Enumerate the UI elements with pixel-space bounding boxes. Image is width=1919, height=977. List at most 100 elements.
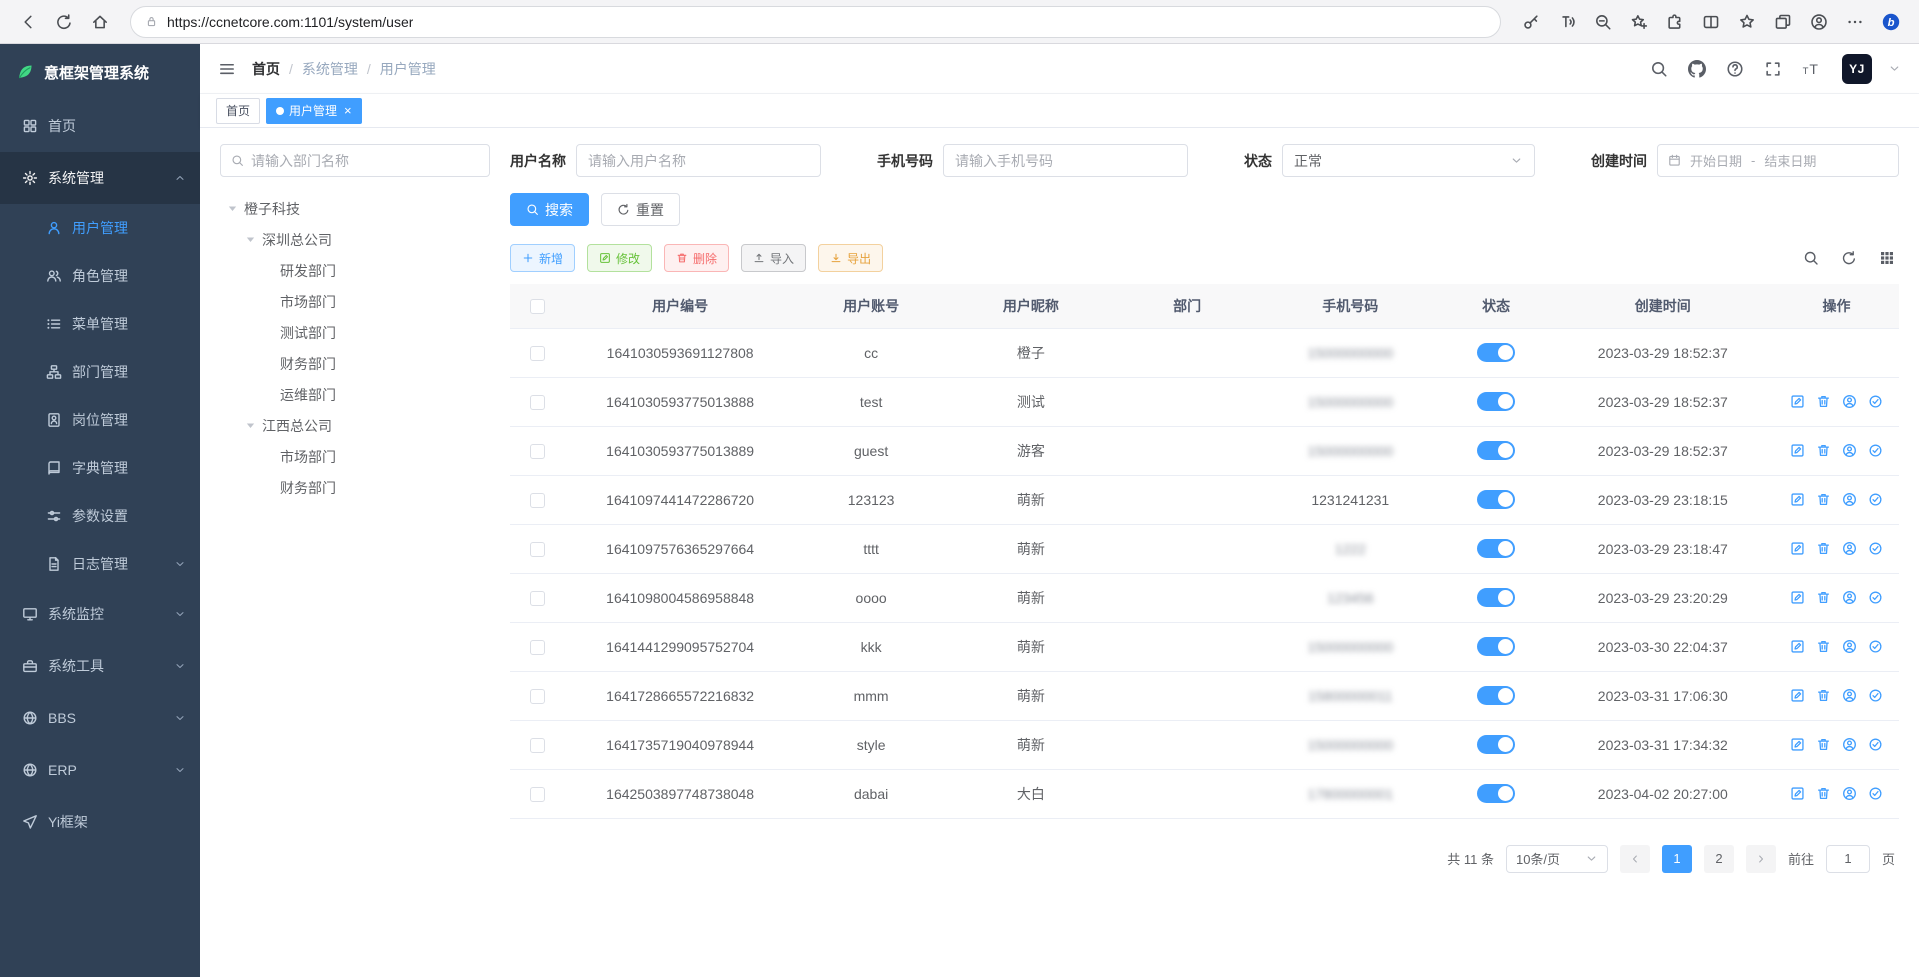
status-toggle[interactable] (1477, 686, 1515, 705)
assign-role-icon[interactable] (1868, 492, 1883, 507)
status-toggle[interactable] (1477, 343, 1515, 362)
edit-row-icon[interactable] (1790, 394, 1805, 409)
next-page-button[interactable] (1746, 845, 1776, 873)
row-checkbox[interactable] (530, 346, 545, 361)
date-range-picker[interactable]: 开始日期 - 结束日期 (1657, 144, 1899, 177)
sidebar-item-bbs[interactable]: BBS (0, 692, 200, 744)
reset-password-icon[interactable] (1842, 639, 1857, 654)
topbar-font-size-button[interactable]: TT (1796, 54, 1826, 84)
address-bar[interactable]: https://ccnetcore.com:1101/system/user (130, 6, 1501, 38)
tree-node[interactable]: 市场部门 (220, 286, 490, 317)
edit-row-icon[interactable] (1790, 443, 1805, 458)
assign-role-icon[interactable] (1868, 786, 1883, 801)
edit-button[interactable]: 修改 (587, 244, 652, 272)
reset-button[interactable]: 重置 (601, 193, 680, 226)
edit-row-icon[interactable] (1790, 639, 1805, 654)
browser-more-button[interactable] (1839, 6, 1871, 38)
browser-favorites-button[interactable] (1623, 6, 1655, 38)
assign-role-icon[interactable] (1868, 737, 1883, 752)
edit-row-icon[interactable] (1790, 688, 1805, 703)
phone-input[interactable] (943, 144, 1188, 177)
reset-password-icon[interactable] (1842, 786, 1857, 801)
tree-node[interactable]: 测试部门 (220, 317, 490, 348)
topbar-help-button[interactable] (1720, 54, 1750, 84)
status-toggle[interactable] (1477, 735, 1515, 754)
status-toggle[interactable] (1477, 539, 1515, 558)
delete-row-icon[interactable] (1816, 443, 1831, 458)
tab-user-management[interactable]: 用户管理 × (266, 98, 362, 124)
page-1-button[interactable]: 1 (1662, 845, 1692, 873)
sidebar-item-system-management[interactable]: 系统管理 (0, 152, 200, 204)
browser-reload-button[interactable] (48, 6, 80, 38)
export-button[interactable]: 导出 (818, 244, 883, 272)
sidebar-item-yi-framework[interactable]: Yi框架 (0, 796, 200, 848)
toolbar-grid-button[interactable] (1875, 246, 1899, 270)
reset-password-icon[interactable] (1842, 541, 1857, 556)
tree-node[interactable]: 江西总公司 (220, 410, 490, 441)
browser-read-aloud-button[interactable] (1551, 6, 1583, 38)
row-checkbox[interactable] (530, 591, 545, 606)
assign-role-icon[interactable] (1868, 394, 1883, 409)
caret-down-icon[interactable] (244, 419, 257, 432)
sidebar-item-log-management[interactable]: 日志管理 (0, 540, 200, 588)
row-checkbox[interactable] (530, 738, 545, 753)
row-checkbox[interactable] (530, 689, 545, 704)
status-select[interactable]: 正常 (1282, 144, 1535, 177)
topbar-fullscreen-button[interactable] (1758, 54, 1788, 84)
reset-password-icon[interactable] (1842, 688, 1857, 703)
status-toggle[interactable] (1477, 490, 1515, 509)
reset-password-icon[interactable] (1842, 443, 1857, 458)
row-checkbox[interactable] (530, 542, 545, 557)
collapse-sidebar-icon[interactable] (218, 60, 236, 78)
delete-row-icon[interactable] (1816, 786, 1831, 801)
browser-split-screen-button[interactable] (1695, 6, 1727, 38)
delete-row-icon[interactable] (1816, 737, 1831, 752)
status-toggle[interactable] (1477, 784, 1515, 803)
tree-node[interactable]: 运维部门 (220, 379, 490, 410)
goto-page-input[interactable] (1826, 845, 1870, 873)
sidebar-item-param-settings[interactable]: 参数设置 (0, 492, 200, 540)
row-checkbox[interactable] (530, 787, 545, 802)
edit-row-icon[interactable] (1790, 737, 1805, 752)
delete-row-icon[interactable] (1816, 688, 1831, 703)
delete-row-icon[interactable] (1816, 394, 1831, 409)
row-checkbox[interactable] (530, 395, 545, 410)
edit-row-icon[interactable] (1790, 541, 1805, 556)
browser-favorites-bar-button[interactable] (1731, 6, 1763, 38)
sidebar-item-role-management[interactable]: 角色管理 (0, 252, 200, 300)
tree-node[interactable]: 研发部门 (220, 255, 490, 286)
topbar-search-button[interactable] (1644, 54, 1674, 84)
assign-role-icon[interactable] (1868, 541, 1883, 556)
department-search-input[interactable] (251, 153, 479, 169)
assign-role-icon[interactable] (1868, 639, 1883, 654)
row-checkbox[interactable] (530, 444, 545, 459)
sidebar-item-dept-management[interactable]: 部门管理 (0, 348, 200, 396)
delete-row-icon[interactable] (1816, 541, 1831, 556)
row-checkbox[interactable] (530, 493, 545, 508)
username-input[interactable] (576, 144, 821, 177)
tree-node[interactable]: 市场部门 (220, 441, 490, 472)
breadcrumb-item-user[interactable]: 用户管理 (380, 59, 436, 79)
tree-node[interactable]: 深圳总公司 (220, 224, 490, 255)
sidebar-item-system-monitor[interactable]: 系统监控 (0, 588, 200, 640)
toolbar-search-button[interactable] (1799, 246, 1823, 270)
delete-row-icon[interactable] (1816, 492, 1831, 507)
browser-back-button[interactable] (12, 6, 44, 38)
topbar-github-button[interactable] (1682, 54, 1712, 84)
sidebar-item-dict-management[interactable]: 字典管理 (0, 444, 200, 492)
delete-row-icon[interactable] (1816, 590, 1831, 605)
reset-password-icon[interactable] (1842, 737, 1857, 752)
browser-collections-button[interactable] (1767, 6, 1799, 38)
edit-row-icon[interactable] (1790, 786, 1805, 801)
select-all-checkbox[interactable] (530, 299, 545, 314)
delete-button[interactable]: 删除 (664, 244, 729, 272)
browser-home-button[interactable] (84, 6, 116, 38)
breadcrumb-item-home[interactable]: 首页 (252, 59, 280, 79)
reset-password-icon[interactable] (1842, 492, 1857, 507)
tab-home[interactable]: 首页 (216, 98, 260, 124)
tree-node[interactable]: 橙子科技 (220, 193, 490, 224)
assign-role-icon[interactable] (1868, 688, 1883, 703)
reset-password-icon[interactable] (1842, 590, 1857, 605)
browser-key-button[interactable] (1515, 6, 1547, 38)
tree-node[interactable]: 财务部门 (220, 472, 490, 503)
